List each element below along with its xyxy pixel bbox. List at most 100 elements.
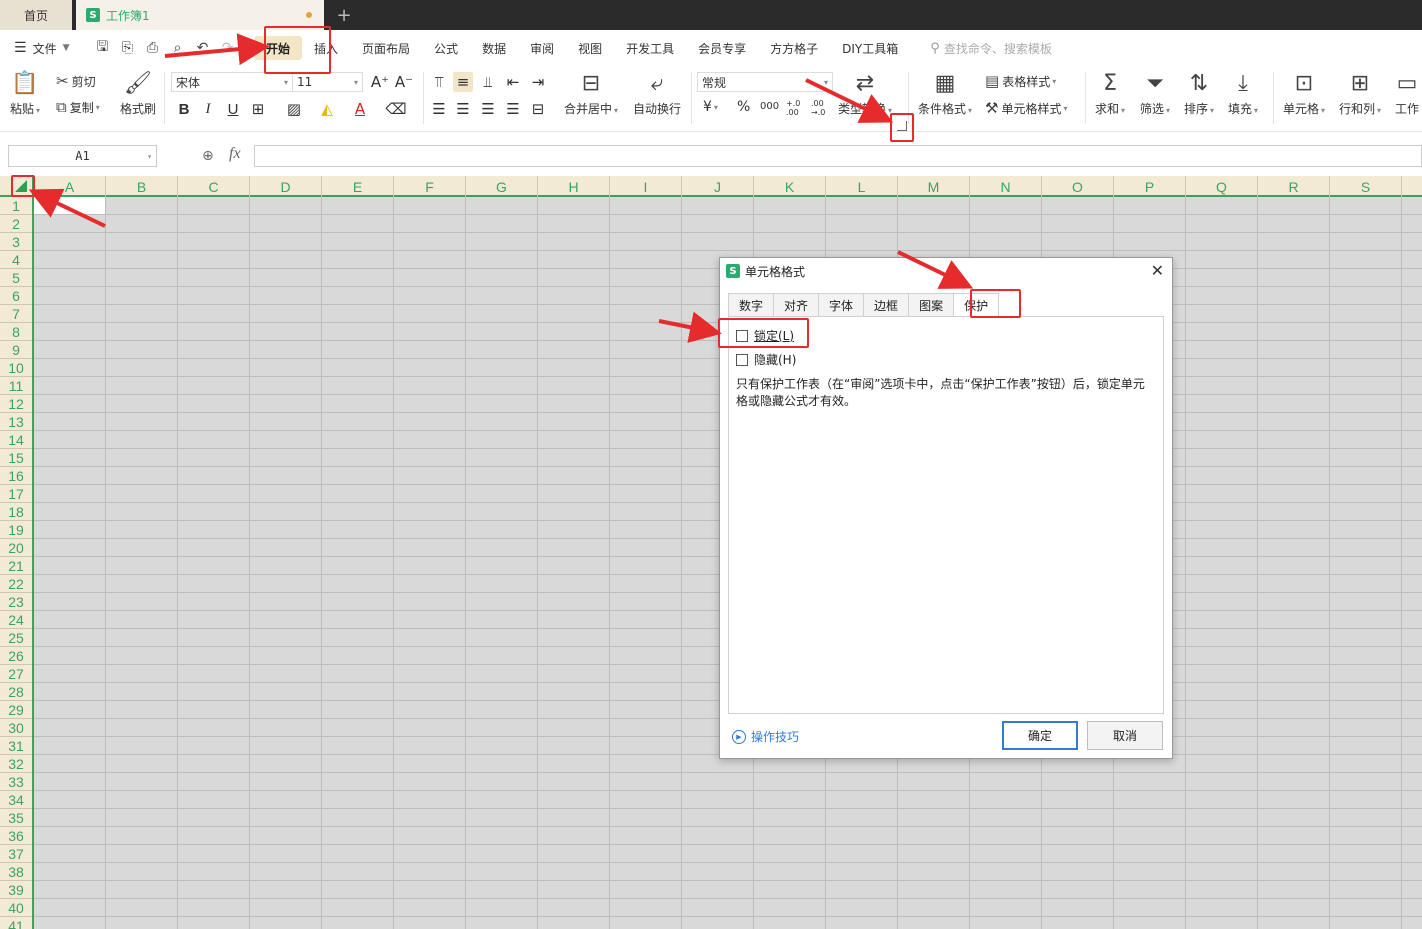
italic-button[interactable]: I <box>198 99 218 119</box>
close-icon[interactable]: ✕ <box>1151 261 1164 280</box>
column-header-N[interactable]: N <box>970 176 1042 197</box>
row-header-4[interactable]: 4 <box>0 251 32 269</box>
row-header-6[interactable]: 6 <box>0 287 32 305</box>
row-header-14[interactable]: 14 <box>0 431 32 449</box>
fill-pattern-button[interactable]: ▨ <box>284 99 304 119</box>
row-header-26[interactable]: 26 <box>0 647 32 665</box>
align-middle-button[interactable]: ≡ <box>453 72 473 92</box>
row-header-3[interactable]: 3 <box>0 233 32 251</box>
row-header-7[interactable]: 7 <box>0 305 32 323</box>
merge-center-button[interactable]: ⊟ 合并居中 ▾ <box>564 70 618 117</box>
column-header-E[interactable]: E <box>322 176 394 197</box>
formula-input[interactable] <box>254 145 1422 167</box>
grow-font-button[interactable]: A⁺ <box>370 72 390 92</box>
name-box[interactable]: A1 ▾ <box>8 145 157 167</box>
thousands-button[interactable]: 000 <box>760 101 779 112</box>
print-preview-icon[interactable]: ⌕ <box>169 40 186 57</box>
distribute-button[interactable]: ⊟ <box>528 99 548 119</box>
percent-button[interactable]: % <box>737 99 750 115</box>
row-header-29[interactable]: 29 <box>0 701 32 719</box>
menu-tab-2[interactable]: 页面布局 <box>350 36 422 60</box>
row-header-2[interactable]: 2 <box>0 215 32 233</box>
command-search[interactable]: ⚲ 查找命令、搜索模板 <box>930 40 1052 57</box>
row-header-11[interactable]: 11 <box>0 377 32 395</box>
bold-button[interactable]: B <box>174 99 194 119</box>
insert-function-button[interactable]: fx <box>229 145 241 163</box>
column-header-J[interactable]: J <box>682 176 754 197</box>
column-header-K[interactable]: K <box>754 176 826 197</box>
dialog-tab-0[interactable]: 数字 <box>728 293 774 317</box>
dialog-tab-2[interactable]: 字体 <box>818 293 864 317</box>
file-menu-button[interactable]: ☰ 文件 ▼ <box>14 40 84 57</box>
shrink-font-button[interactable]: A⁻ <box>394 72 414 92</box>
undo-icon[interactable]: ↶ <box>194 40 211 57</box>
dialog-launcher-button[interactable] <box>897 121 907 131</box>
tips-link[interactable]: ▶ 操作技巧 <box>732 728 799 745</box>
row-header-12[interactable]: 12 <box>0 395 32 413</box>
row-header-38[interactable]: 38 <box>0 863 32 881</box>
zoom-search-icon[interactable]: ⊕ <box>202 148 214 164</box>
home-tab[interactable]: 首页 <box>0 0 72 30</box>
type-convert-button[interactable]: ⇄ 类型转换 ▾ <box>838 70 892 117</box>
menu-tab-8[interactable]: 会员专享 <box>686 36 758 60</box>
fill-button[interactable]: ⤓ 填充 ▾ <box>1228 70 1258 117</box>
column-header-R[interactable]: R <box>1258 176 1330 197</box>
column-header-D[interactable]: D <box>250 176 322 197</box>
row-header-16[interactable]: 16 <box>0 467 32 485</box>
column-header-H[interactable]: H <box>538 176 610 197</box>
font-size-select[interactable]: 11 ▾ <box>292 72 363 92</box>
column-header-M[interactable]: M <box>898 176 970 197</box>
menu-tab-10[interactable]: DIY工具箱 <box>830 36 910 60</box>
menu-tab-6[interactable]: 视图 <box>566 36 614 60</box>
underline-button[interactable]: U <box>223 99 243 119</box>
column-header-P[interactable]: P <box>1114 176 1186 197</box>
row-header-39[interactable]: 39 <box>0 881 32 899</box>
row-header-32[interactable]: 32 <box>0 755 32 773</box>
row-header-17[interactable]: 17 <box>0 485 32 503</box>
column-header-Q[interactable]: Q <box>1186 176 1258 197</box>
row-header-36[interactable]: 36 <box>0 827 32 845</box>
menu-tab-4[interactable]: 数据 <box>470 36 518 60</box>
row-header-25[interactable]: 25 <box>0 629 32 647</box>
copy-button[interactable]: ⧉ 复制 ▾ <box>56 98 100 116</box>
conditional-format-button[interactable]: ▦ 条件格式 ▾ <box>918 70 972 117</box>
row-header-21[interactable]: 21 <box>0 557 32 575</box>
format-painter-button[interactable]: 🖌 格式刷 <box>120 70 156 117</box>
column-header-L[interactable]: L <box>826 176 898 197</box>
column-header-B[interactable]: B <box>106 176 178 197</box>
row-header-30[interactable]: 30 <box>0 719 32 737</box>
font-name-select[interactable]: 宋体 ▾ <box>171 72 293 92</box>
column-header-S[interactable]: S <box>1330 176 1402 197</box>
row-header-41[interactable]: 41 <box>0 917 32 929</box>
filter-button[interactable]: ⏷ 筛选 ▾ <box>1140 70 1170 117</box>
column-header-I[interactable]: I <box>610 176 682 197</box>
cancel-button[interactable]: 取消 <box>1087 721 1163 750</box>
row-header-22[interactable]: 22 <box>0 575 32 593</box>
increase-decimal-button[interactable]: +.0 .00 <box>786 99 808 117</box>
cell-style-button[interactable]: ⚒ 单元格样式 ▾ <box>985 99 1067 117</box>
row-header-9[interactable]: 9 <box>0 341 32 359</box>
decrease-decimal-button[interactable]: .00 →.0 <box>811 99 833 117</box>
row-header-1[interactable]: 1 <box>0 197 32 215</box>
wrap-text-button[interactable]: ⤶ 自动换行 <box>633 70 681 117</box>
active-cell-a1[interactable] <box>34 197 106 215</box>
sort-button[interactable]: ⇅ 排序 ▾ <box>1184 70 1214 117</box>
align-center-button[interactable]: ☰ <box>453 99 473 119</box>
row-header-37[interactable]: 37 <box>0 845 32 863</box>
fill-color-button[interactable]: ◭ <box>317 99 337 119</box>
border-button[interactable]: ⊞ <box>248 99 268 119</box>
number-format-select[interactable]: 常规 ▾ <box>697 72 833 92</box>
currency-button[interactable]: ¥ ▾ <box>703 99 718 115</box>
font-color-button[interactable]: A <box>350 99 370 119</box>
clear-format-button[interactable]: ⌫ <box>385 99 406 119</box>
row-header-40[interactable]: 40 <box>0 899 32 917</box>
align-bottom-button[interactable]: ⫫ <box>478 72 498 92</box>
column-header-O[interactable]: O <box>1042 176 1114 197</box>
row-header-24[interactable]: 24 <box>0 611 32 629</box>
table-style-button[interactable]: ▤ 表格样式 ▾ <box>985 72 1056 90</box>
menu-tab-7[interactable]: 开发工具 <box>614 36 686 60</box>
row-column-button[interactable]: ⊞ 行和列 ▾ <box>1339 70 1381 117</box>
column-header-G[interactable]: G <box>466 176 538 197</box>
save-icon[interactable]: 🖫 <box>94 39 111 57</box>
row-header-28[interactable]: 28 <box>0 683 32 701</box>
